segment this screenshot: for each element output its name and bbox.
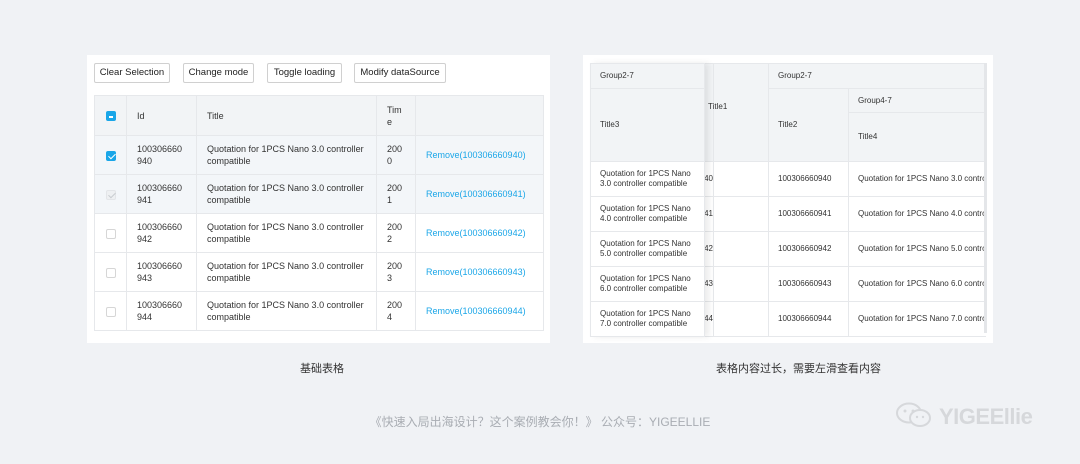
cell-id: 100306660 942 <box>126 213 197 253</box>
cell-title3: Quotation for 1PCS Nano 6.0 controller c… <box>590 266 705 302</box>
table-row[interactable]: 100306660 941 Quotation for 1PCS Nano 3.0… <box>94 174 544 214</box>
cell-title3: Quotation for 1PCS Nano 3.0 controller c… <box>590 161 705 197</box>
group-header-group2-7: Group2-7 <box>767 63 986 89</box>
fixed-left-column: Group2-7 Title3 Quotation for 1PCS Nano … <box>590 63 705 337</box>
cell-spacer <box>713 161 769 197</box>
cell-spacer <box>713 301 769 337</box>
cell-title: Quotation for 1PCS Nano 3.0 controller c… <box>196 252 377 292</box>
cell-time: 200 2 <box>376 213 416 253</box>
cell-id: 100306660 944 <box>126 291 197 331</box>
remove-link[interactable]: Remove(100306660941) <box>415 174 544 214</box>
cell-title: Quotation for 1PCS Nano 3.0 controller c… <box>196 135 377 175</box>
row-checkbox[interactable] <box>105 228 116 239</box>
fixed-row[interactable]: Quotation for 1PCS Nano 3.0 controller c… <box>590 161 705 197</box>
cell-title3: Quotation for 1PCS Nano 4.0 controller c… <box>590 196 705 232</box>
table-header-row: Id Title Tim e <box>94 95 544 136</box>
fixed-row[interactable]: Quotation for 1PCS Nano 6.0 controller c… <box>590 266 705 302</box>
table-row[interactable]: 100306660 943 Quotation for 1PCS Nano 3.0… <box>94 252 544 292</box>
cell-time: 200 1 <box>376 174 416 214</box>
column-header-action <box>415 95 544 136</box>
cell-title: Quotation for 1PCS Nano 3.0 controller c… <box>196 291 377 331</box>
row-select-cell[interactable] <box>94 213 127 253</box>
remove-link[interactable]: Remove(100306660944) <box>415 291 544 331</box>
column-header-time[interactable]: Tim e <box>376 95 416 136</box>
row-select-cell[interactable] <box>94 291 127 331</box>
cell-title4: Quotation for 1PCS Nano 4.0 controller c… <box>847 196 986 232</box>
table-row[interactable]: 100306660 944 Quotation for 1PCS Nano 3.0… <box>94 291 544 331</box>
select-all-cell[interactable] <box>94 95 127 136</box>
column-header-id[interactable]: Id <box>126 95 197 136</box>
select-all-checkbox[interactable] <box>105 111 116 122</box>
cell-title2: 100306660944 <box>768 301 849 337</box>
cell-time: 200 3 <box>376 252 416 292</box>
cell-title4: Quotation for 1PCS Nano 3.0 controller c… <box>847 161 986 197</box>
row-select-cell[interactable] <box>94 135 127 175</box>
remove-link[interactable]: Remove(100306660940) <box>415 135 544 175</box>
caption-basic-table: 基础表格 <box>300 363 344 375</box>
row-checkbox[interactable] <box>105 267 116 278</box>
caption-scroll-table: 表格内容过长，需要左滑查看内容 <box>716 363 881 375</box>
cell-time: 200 4 <box>376 291 416 331</box>
cell-title2: 100306660940 <box>768 161 849 197</box>
table-row[interactable]: 100306660 940 Quotation for 1PCS Nano 3.0… <box>94 135 544 175</box>
cell-id: 100306660 941 <box>126 174 197 214</box>
cell-title4: Quotation for 1PCS Nano 6.0 controller c… <box>847 266 986 302</box>
cell-title2: 100306660942 <box>768 231 849 267</box>
column-header-title[interactable]: Title <box>196 95 377 136</box>
row-checkbox[interactable] <box>105 150 116 161</box>
cell-title3: Quotation for 1PCS Nano 5.0 controller c… <box>590 231 705 267</box>
cell-title4: Quotation for 1PCS Nano 5.0 controller c… <box>847 231 986 267</box>
cell-time: 200 0 <box>376 135 416 175</box>
brand-watermark: YIGEEllie <box>895 402 1033 433</box>
cell-spacer <box>713 196 769 232</box>
clear-selection-button[interactable]: Clear Selection <box>94 63 170 83</box>
cell-id: 100306660 943 <box>126 252 197 292</box>
modify-datasource-button[interactable]: Modify dataSource <box>354 63 446 83</box>
cell-title: Quotation for 1PCS Nano 3.0 controller c… <box>196 174 377 214</box>
vertical-scrollbar[interactable] <box>984 63 987 333</box>
table-row[interactable]: 100306660 942 Quotation for 1PCS Nano 3.0… <box>94 213 544 253</box>
basic-table-panel: Clear Selection Change mode Toggle loadi… <box>87 55 550 343</box>
row-select-cell[interactable] <box>94 252 127 292</box>
group-header-group4-7: Group4-7 <box>847 88 986 113</box>
remove-link[interactable]: Remove(100306660943) <box>415 252 544 292</box>
cell-id: 100306660 940 <box>126 135 197 175</box>
change-mode-button[interactable]: Change mode <box>183 63 254 83</box>
row-checkbox <box>105 189 116 200</box>
cell-title2: 100306660943 <box>768 266 849 302</box>
column-header-title4[interactable]: Title4 <box>847 112 986 162</box>
cell-title3: Quotation for 1PCS Nano 7.0 controller c… <box>590 301 705 337</box>
column-header-title2[interactable]: Title2 <box>768 88 849 162</box>
cell-spacer <box>713 231 769 267</box>
scroll-table-panel: Title1 Group2-7 Title2 Group4-7 Title4 1… <box>583 55 993 343</box>
fixed-row[interactable]: Quotation for 1PCS Nano 7.0 controller c… <box>590 301 705 337</box>
wechat-icon <box>895 402 933 433</box>
column-header-title3[interactable]: Title3 <box>590 88 705 162</box>
fixed-row[interactable]: Quotation for 1PCS Nano 4.0 controller c… <box>590 196 705 232</box>
cell-title2: 100306660941 <box>768 196 849 232</box>
remove-link[interactable]: Remove(100306660942) <box>415 213 544 253</box>
row-checkbox[interactable] <box>105 306 116 317</box>
toggle-loading-button[interactable]: Toggle loading <box>267 63 342 83</box>
cell-title4: Quotation for 1PCS Nano 7.0 controller c… <box>847 301 986 337</box>
fixed-group-header: Group2-7 <box>590 63 705 89</box>
cell-spacer <box>713 266 769 302</box>
basic-table: Id Title Tim e 100306660 940 Quotation fo… <box>94 95 544 331</box>
row-select-cell[interactable] <box>94 174 127 214</box>
fixed-row[interactable]: Quotation for 1PCS Nano 5.0 controller c… <box>590 231 705 267</box>
cell-title: Quotation for 1PCS Nano 3.0 controller c… <box>196 213 377 253</box>
brand-name: YIGEEllie <box>939 404 1033 429</box>
